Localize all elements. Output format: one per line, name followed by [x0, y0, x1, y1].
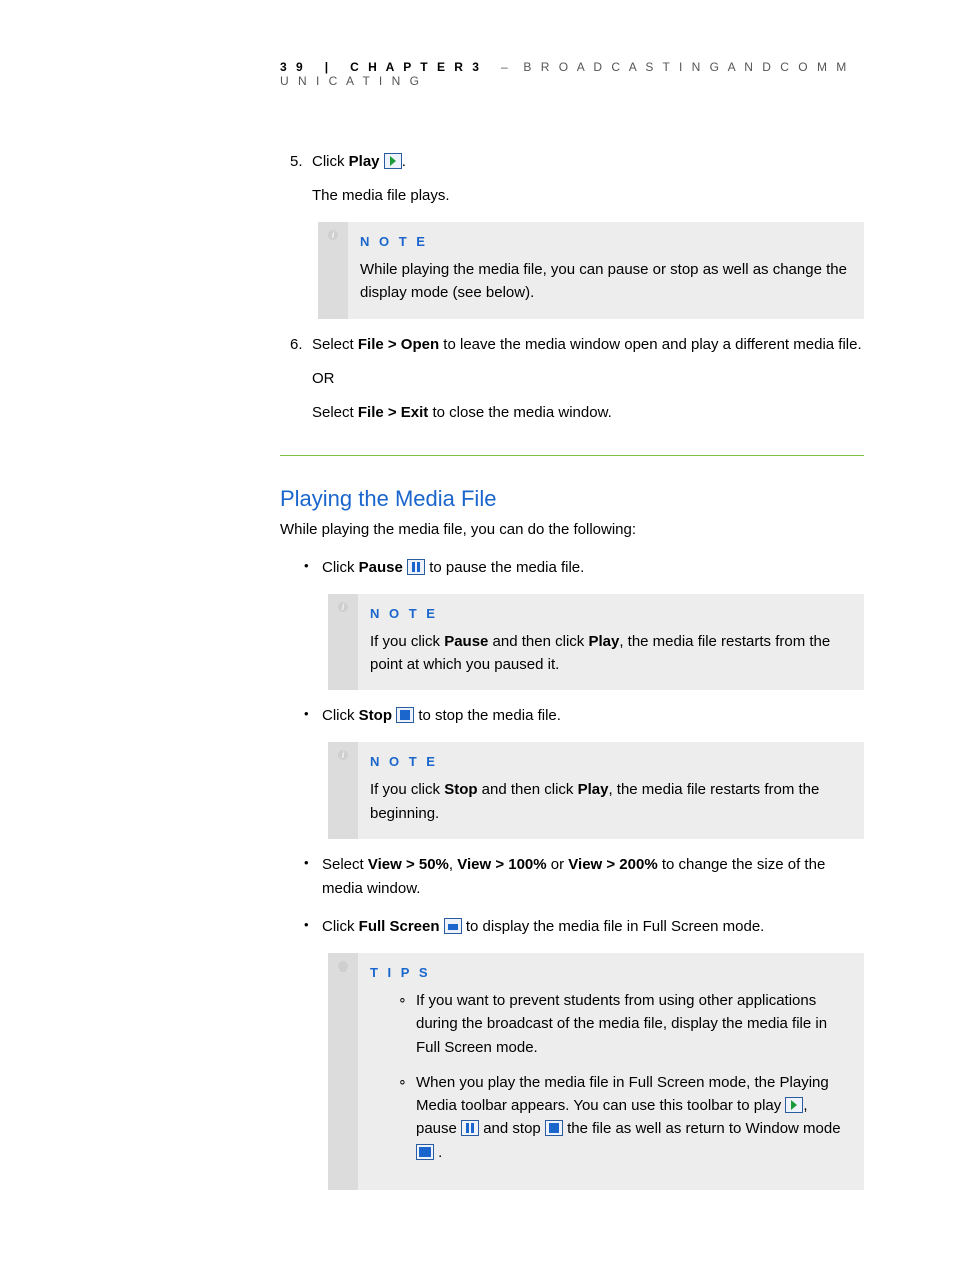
note-pre: If you click — [370, 633, 444, 650]
bullet-bold: Pause — [359, 559, 403, 576]
document-page: 3 9 | C H A P T E R 3 – B R O A D C A S … — [0, 0, 954, 1264]
bullet-bold: Full Screen — [359, 918, 440, 935]
bullet-bold2: View > 100% — [457, 856, 546, 873]
note-callout: N O T E While playing the media file, yo… — [318, 222, 864, 319]
note-bold2: Play — [588, 633, 619, 650]
bullet-suffix: to display the media file in Full Screen… — [462, 918, 765, 935]
tips-label: T I P S — [370, 963, 848, 983]
stop-icon — [545, 1120, 563, 1136]
pause-icon — [461, 1120, 479, 1136]
stop-icon — [396, 707, 414, 723]
header-separator: | — [325, 60, 331, 74]
note-bold1: Stop — [444, 781, 477, 798]
bullet-prefix: Click — [322, 707, 359, 724]
step-alt-bold: File > Exit — [358, 404, 428, 421]
step-bold: Play — [349, 153, 380, 170]
callout-stripe — [328, 594, 358, 691]
step-result: The media file plays. — [312, 184, 864, 208]
play-icon — [785, 1097, 803, 1113]
callout-stripe — [318, 222, 348, 319]
tip-mid3: the file as well as return to Window mod… — [563, 1120, 841, 1137]
callout-stripe — [328, 953, 358, 1190]
bullet-sep2: or — [547, 856, 569, 873]
step-alt-prefix: Select — [312, 404, 358, 421]
info-icon — [328, 230, 338, 240]
tip-pre: When you play the media file in Full Scr… — [416, 1074, 829, 1114]
note-text: If you click Pause and then click Play, … — [370, 630, 848, 677]
callout-body: N O T E If you click Pause and then clic… — [358, 594, 864, 691]
info-icon — [338, 750, 348, 760]
step-list: 5. Click Play . The media file plays. N … — [290, 150, 864, 425]
bullet-bold: Stop — [359, 707, 392, 724]
page-header: 3 9 | C H A P T E R 3 – B R O A D C A S … — [280, 60, 864, 88]
tips-list: If you want to prevent students from usi… — [398, 989, 848, 1164]
bullet-fullscreen: Click Full Screen to display the media f… — [304, 915, 864, 1190]
tip-2: When you play the media file in Full Scr… — [398, 1071, 848, 1164]
section-heading: Playing the Media File — [280, 486, 864, 512]
callout-body: N O T E While playing the media file, yo… — [348, 222, 864, 319]
window-icon — [416, 1144, 434, 1160]
note-mid: and then click — [488, 633, 588, 650]
bullet-stop: Click Stop to stop the media file. N O T… — [304, 704, 864, 839]
bullet-prefix: Click — [322, 559, 359, 576]
step-5: 5. Click Play . The media file plays. N … — [290, 150, 864, 319]
note-label: N O T E — [370, 604, 848, 624]
tip-1: If you want to prevent students from usi… — [398, 989, 848, 1059]
bullet-pause: Click Pause to pause the media file. N O… — [304, 556, 864, 691]
step-number: 5. — [290, 150, 303, 174]
step-alt: Select File > Exit to close the media wi… — [312, 401, 864, 425]
bullet-suffix: to stop the media file. — [414, 707, 561, 724]
bullet-bold3: View > 200% — [568, 856, 657, 873]
step-trailing: . — [402, 153, 406, 170]
tip-mid2: and stop — [479, 1120, 545, 1137]
info-icon — [338, 602, 348, 612]
tip-post: . — [434, 1144, 442, 1161]
pause-icon — [407, 559, 425, 575]
bullet-suffix: to pause the media file. — [425, 559, 584, 576]
note-text: If you click Stop and then click Play, t… — [370, 778, 848, 825]
bullet-sep1: , — [449, 856, 457, 873]
section-intro: While playing the media file, you can do… — [280, 518, 864, 542]
step-alt-suffix: to close the media window. — [428, 404, 611, 421]
note-bold2: Play — [578, 781, 609, 798]
chapter-label: C H A P T E R 3 — [350, 60, 482, 74]
bullet-bold1: View > 50% — [368, 856, 449, 873]
page-number: 3 9 — [280, 60, 306, 74]
note-bold1: Pause — [444, 633, 488, 650]
tips-callout: T I P S If you want to prevent students … — [328, 953, 864, 1190]
step-text-suffix: to leave the media window open and play … — [439, 336, 862, 353]
note-pre: If you click — [370, 781, 444, 798]
step-number: 6. — [290, 333, 303, 357]
page-content: 5. Click Play . The media file plays. N … — [90, 150, 864, 1190]
note-mid: and then click — [478, 781, 578, 798]
step-or: OR — [312, 367, 864, 391]
bullet-view-size: Select View > 50%, View > 100% or View >… — [304, 853, 864, 901]
callout-body: N O T E If you click Stop and then click… — [358, 742, 864, 839]
note-callout: N O T E If you click Pause and then clic… — [328, 594, 864, 691]
step-6: 6. Select File > Open to leave the media… — [290, 333, 864, 425]
note-label: N O T E — [360, 232, 848, 252]
bullet-list: Click Pause to pause the media file. N O… — [304, 556, 864, 1190]
section-divider — [280, 455, 864, 456]
tip-icon — [338, 961, 348, 971]
step-text-prefix: Click — [312, 153, 349, 170]
bullet-prefix: Click — [322, 918, 359, 935]
bullet-prefix: Select — [322, 856, 368, 873]
fullscreen-icon — [444, 918, 462, 934]
play-icon — [384, 153, 402, 169]
callout-stripe — [328, 742, 358, 839]
chapter-dash: – — [501, 60, 511, 74]
note-label: N O T E — [370, 752, 848, 772]
step-bold: File > Open — [358, 336, 439, 353]
note-callout: N O T E If you click Stop and then click… — [328, 742, 864, 839]
callout-body: T I P S If you want to prevent students … — [358, 953, 864, 1190]
step-text-prefix: Select — [312, 336, 358, 353]
note-text: While playing the media file, you can pa… — [360, 258, 848, 305]
